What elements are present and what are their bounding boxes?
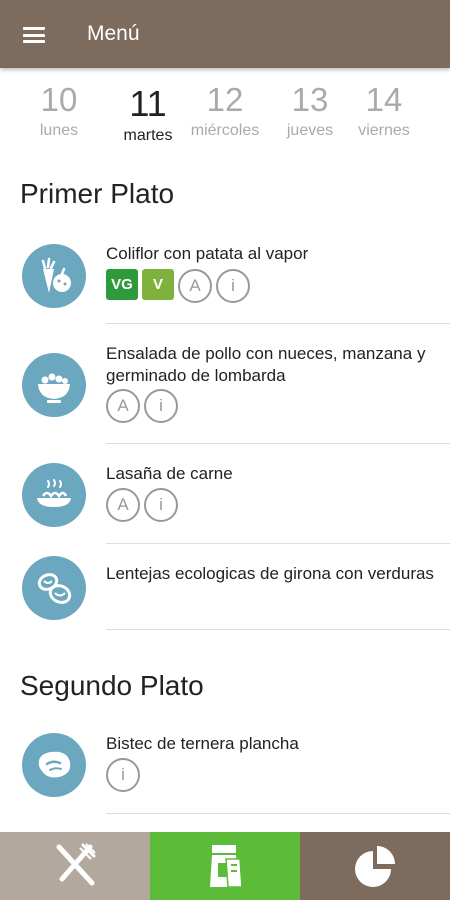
info-icon[interactable]: i bbox=[144, 389, 178, 423]
dish-name: Lentejas ecologicas de girona con verdur… bbox=[106, 564, 434, 583]
day-name: miércoles bbox=[190, 122, 260, 139]
tab-menu[interactable] bbox=[0, 832, 150, 900]
list-item[interactable]: Coliflor con patata al vapor VG V A i bbox=[0, 240, 450, 322]
section-title-primer-plato: Primer Plato bbox=[20, 178, 175, 209]
divider bbox=[106, 813, 450, 814]
page-title: Menú bbox=[87, 22, 140, 45]
tab-ingredients[interactable] bbox=[150, 832, 300, 900]
list-item[interactable]: Lasaña de carne A i bbox=[0, 460, 450, 542]
list-item[interactable]: Ensalada de pollo con nueces, manzana y … bbox=[0, 340, 450, 442]
hamburger-icon[interactable] bbox=[23, 27, 45, 43]
allergens-badge[interactable]: A bbox=[178, 269, 212, 303]
vegan-badge[interactable]: VG bbox=[106, 269, 138, 300]
day-name: viernes bbox=[358, 122, 410, 139]
fork-knife-icon bbox=[56, 843, 96, 886]
day-number: 12 bbox=[206, 81, 244, 118]
dish-name: Bistec de ternera plancha bbox=[106, 734, 299, 753]
divider bbox=[106, 543, 450, 544]
dish-name: Coliflor con patata al vapor bbox=[106, 244, 309, 263]
bottom-navigation bbox=[0, 832, 450, 900]
steak-icon bbox=[22, 733, 86, 797]
vegetables-icon bbox=[22, 244, 86, 308]
info-icon[interactable]: i bbox=[216, 269, 250, 303]
app-header: Menú bbox=[0, 0, 450, 68]
pie-chart-icon bbox=[355, 846, 395, 887]
divider bbox=[106, 629, 450, 630]
list-item[interactable]: Lentejas ecologicas de girona con verdur… bbox=[0, 556, 450, 628]
dish-badges: VG V A i bbox=[106, 269, 250, 303]
pasta-plate-icon bbox=[22, 463, 86, 527]
day-number: 10 bbox=[40, 81, 78, 118]
food-bags-icon bbox=[210, 845, 243, 888]
divider bbox=[106, 323, 450, 324]
dish-name: Lasaña de carne bbox=[106, 464, 233, 483]
dish-badges: A i bbox=[106, 488, 178, 522]
day-tab-lunes[interactable]: 10 lunes bbox=[14, 78, 104, 140]
vegetarian-badge[interactable]: V bbox=[142, 269, 174, 300]
dish-name: Ensalada de pollo con nueces, manzana y … bbox=[106, 344, 426, 385]
tab-nutrition[interactable] bbox=[300, 832, 450, 900]
day-name: lunes bbox=[39, 122, 79, 139]
dish-badges: A i bbox=[106, 389, 178, 423]
lentils-icon bbox=[22, 556, 86, 620]
info-icon[interactable]: i bbox=[106, 758, 140, 792]
salad-bowl-icon bbox=[22, 353, 86, 417]
info-icon[interactable]: i bbox=[144, 488, 178, 522]
day-selector: 10 lunes 11 martes 12 miércoles 13 jueve… bbox=[0, 78, 450, 158]
day-number: 14 bbox=[365, 81, 403, 118]
list-item[interactable]: Bistec de ternera plancha i bbox=[0, 730, 450, 812]
dish-badges: i bbox=[106, 758, 140, 792]
section-title-segundo-plato: Segundo Plato bbox=[20, 670, 204, 701]
allergens-badge[interactable]: A bbox=[106, 488, 140, 522]
divider bbox=[106, 443, 450, 444]
day-tab-miercoles[interactable]: 12 miércoles bbox=[180, 78, 270, 140]
allergens-badge[interactable]: A bbox=[106, 389, 140, 423]
day-tab-viernes[interactable]: 14 viernes bbox=[339, 78, 429, 140]
